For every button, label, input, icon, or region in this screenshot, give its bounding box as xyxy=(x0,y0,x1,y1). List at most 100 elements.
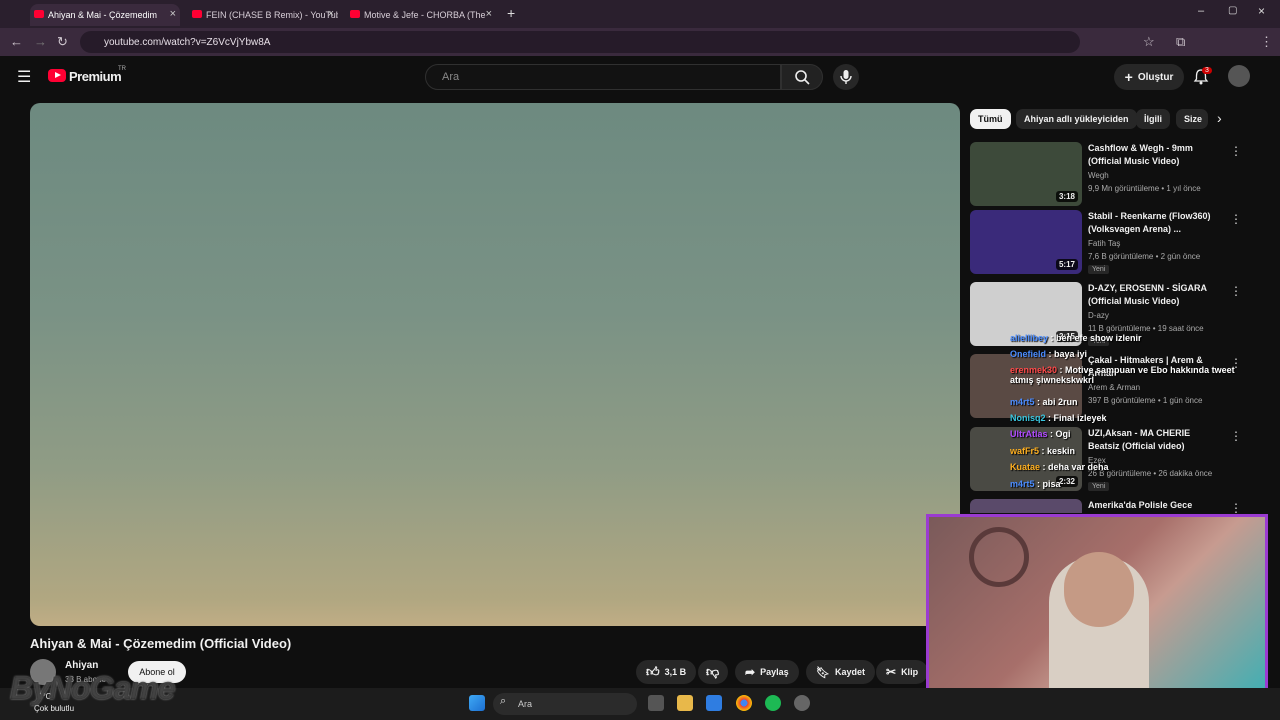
voice-search-button[interactable] xyxy=(833,64,859,90)
recommendation-meta: 397 B görüntüleme • 1 gün önce xyxy=(1088,396,1203,405)
video-thumbnail[interactable]: 3:18 xyxy=(970,142,1082,206)
video-thumbnail[interactable] xyxy=(970,354,1082,418)
recommendation-title[interactable]: Stabil - Reenkarne (Flow360) (Volksvagen… xyxy=(1088,210,1218,236)
browser-menu-icon[interactable]: ⋮ xyxy=(1260,34,1273,50)
chat-text: : deha var deha xyxy=(1040,462,1109,472)
new-badge: Yeni xyxy=(1088,482,1110,491)
thumbs-down-icon: 👎︎ xyxy=(706,664,720,679)
account-avatar[interactable] xyxy=(1228,65,1250,87)
video-player[interactable] xyxy=(30,103,960,626)
chip-for-you[interactable]: Size xyxy=(1176,109,1208,129)
taskbar-search[interactable]: Ara xyxy=(493,693,637,715)
chat-message: Onefield : baya iyi xyxy=(1010,349,1087,359)
app-icon[interactable] xyxy=(794,695,810,711)
tab-label: FEIN (CHASE B Remix) - YouTube xyxy=(206,10,338,20)
extensions-icon[interactable]: ⧉ xyxy=(1176,34,1185,50)
more-options-icon[interactable]: ⋮ xyxy=(1230,284,1242,298)
more-options-icon[interactable]: ⋮ xyxy=(1230,501,1242,513)
tab-label: Ahiyan & Mai - Çözemedim xyxy=(48,10,158,20)
recommendation-item[interactable]: 5:17 Stabil - Reenkarne (Flow360) (Volks… xyxy=(970,210,1270,274)
chevron-right-icon[interactable]: › xyxy=(1217,110,1222,126)
windows-start-icon[interactable] xyxy=(469,695,485,711)
chat-message: erenmek30 : Motive şampuan ve Ebo hakkın… xyxy=(1010,365,1260,385)
region-code: TR xyxy=(118,66,126,72)
video-thumbnail[interactable] xyxy=(970,499,1082,513)
watermark-logo: ByNoGame xyxy=(10,670,175,706)
close-tab-icon[interactable]: × xyxy=(486,8,492,20)
streamer-webcam xyxy=(926,514,1268,706)
like-count: 3,1 B xyxy=(664,667,687,677)
recommendation-item[interactable]: Amerika'da Polisle Gece ⋮ xyxy=(970,499,1270,513)
windows-taskbar: Ara ⌕ xyxy=(0,688,1280,720)
close-tab-icon[interactable]: × xyxy=(170,8,176,20)
chip-from-uploader[interactable]: Ahiyan adlı yükleyiciden xyxy=(1016,109,1137,129)
video-thumbnail[interactable]: 5:17 xyxy=(970,210,1082,274)
create-button[interactable]: + Oluştur xyxy=(1114,64,1184,90)
task-view-icon[interactable] xyxy=(648,695,664,711)
tab-2[interactable]: FEIN (CHASE B Remix) - YouTube × xyxy=(188,4,338,26)
share-label: Paylaş xyxy=(760,667,789,677)
search-icon xyxy=(795,70,810,85)
dislike-button[interactable]: 👎︎ xyxy=(698,660,728,684)
youtube-logo-icon[interactable] xyxy=(48,69,66,82)
plus-icon: + xyxy=(1124,69,1133,85)
more-options-icon[interactable]: ⋮ xyxy=(1230,212,1242,226)
hamburger-menu-icon[interactable]: ☰ xyxy=(17,67,31,87)
youtube-header: ☰ Premium TR Ara + Oluştur 3 xyxy=(0,56,1280,100)
recommendation-channel[interactable]: Fatih Taş xyxy=(1088,239,1120,248)
chat-username: Kuatae xyxy=(1010,462,1041,472)
like-button[interactable]: 👍︎ 3,1 B xyxy=(636,660,697,684)
reload-icon[interactable]: ↻ xyxy=(57,34,68,50)
chat-message: m4rt5 : pisa xyxy=(1010,479,1061,489)
recommendation-title[interactable]: Amerika'da Polisle Gece xyxy=(1088,499,1218,512)
url-text: youtube.com/watch?v=Z6VcVjYbw8A xyxy=(104,36,271,48)
new-tab-icon[interactable]: + xyxy=(507,5,515,21)
thumbs-up-icon: 👍︎ xyxy=(646,664,660,679)
more-options-icon[interactable]: ⋮ xyxy=(1230,144,1242,158)
youtube-favicon-icon xyxy=(192,10,202,18)
chip-all[interactable]: Tümü xyxy=(970,109,1011,129)
chat-text: : pisa xyxy=(1034,479,1061,489)
wall-decoration xyxy=(969,527,1029,587)
spotify-icon[interactable] xyxy=(765,695,781,711)
close-tab-icon[interactable]: × xyxy=(328,8,334,20)
maximize-icon[interactable]: ▢ xyxy=(1228,5,1237,16)
tab-1[interactable]: Ahiyan & Mai - Çözemedim × xyxy=(30,4,180,26)
minimize-icon[interactable]: – xyxy=(1198,5,1204,17)
clip-label: Klip xyxy=(901,667,919,677)
scissors-icon: ✂ xyxy=(886,665,897,679)
store-icon[interactable] xyxy=(706,695,722,711)
search-input[interactable]: Ara xyxy=(425,64,781,90)
create-label: Oluştur xyxy=(1137,71,1174,83)
recommendation-item[interactable]: 3:18 Cashflow & Wegh - 9mm (Official Mus… xyxy=(970,142,1270,206)
new-badge: Yeni xyxy=(1088,265,1110,274)
clip-button[interactable]: ✂ Klip xyxy=(876,660,929,684)
chip-related[interactable]: İlgili xyxy=(1136,109,1170,129)
url-field[interactable]: youtube.com/watch?v=Z6VcVjYbw8A xyxy=(80,31,1080,53)
chat-text: : baya iyi xyxy=(1046,349,1088,359)
save-button[interactable]: 🔖︎ Kaydet xyxy=(806,660,875,684)
recommendation-channel[interactable]: D-azy xyxy=(1088,311,1109,320)
recommendation-item[interactable]: Çakal - Hitmakers | Arem & Arman Arem & … xyxy=(970,354,1270,418)
search-button[interactable] xyxy=(781,64,823,90)
more-options-icon[interactable]: ⋮ xyxy=(1230,429,1242,443)
back-icon[interactable]: ← xyxy=(10,34,23,49)
chat-text: : keskin xyxy=(1039,446,1076,456)
bookmark-icon: 🔖︎ xyxy=(816,666,830,679)
close-window-icon[interactable]: × xyxy=(1258,4,1265,18)
bookmark-star-icon[interactable]: ☆ xyxy=(1143,34,1155,50)
recommendation-title[interactable]: D-AZY, EROSENN - SİGARA (Official Music … xyxy=(1088,282,1218,308)
tab-3[interactable]: Motive & Jefe - CHORBA (The × xyxy=(346,4,496,26)
forward-icon[interactable]: → xyxy=(34,34,47,49)
youtube-favicon-icon xyxy=(350,10,360,18)
recommendation-channel[interactable]: Wegh xyxy=(1088,171,1109,180)
chrome-icon[interactable] xyxy=(736,695,752,711)
file-explorer-icon[interactable] xyxy=(677,695,693,711)
share-button[interactable]: ➦ Paylaş xyxy=(735,660,799,684)
microphone-icon xyxy=(840,70,852,84)
recommendation-title[interactable]: UZI,Aksan - MA CHERIE Beatsiz (Official … xyxy=(1088,427,1218,453)
chat-username: Nonisq2 xyxy=(1010,413,1046,423)
chat-username: m4rt5 xyxy=(1010,397,1035,407)
recommendation-title[interactable]: Cashflow & Wegh - 9mm (Official Music Vi… xyxy=(1088,142,1218,168)
duration-badge: 3:18 xyxy=(1055,191,1078,202)
